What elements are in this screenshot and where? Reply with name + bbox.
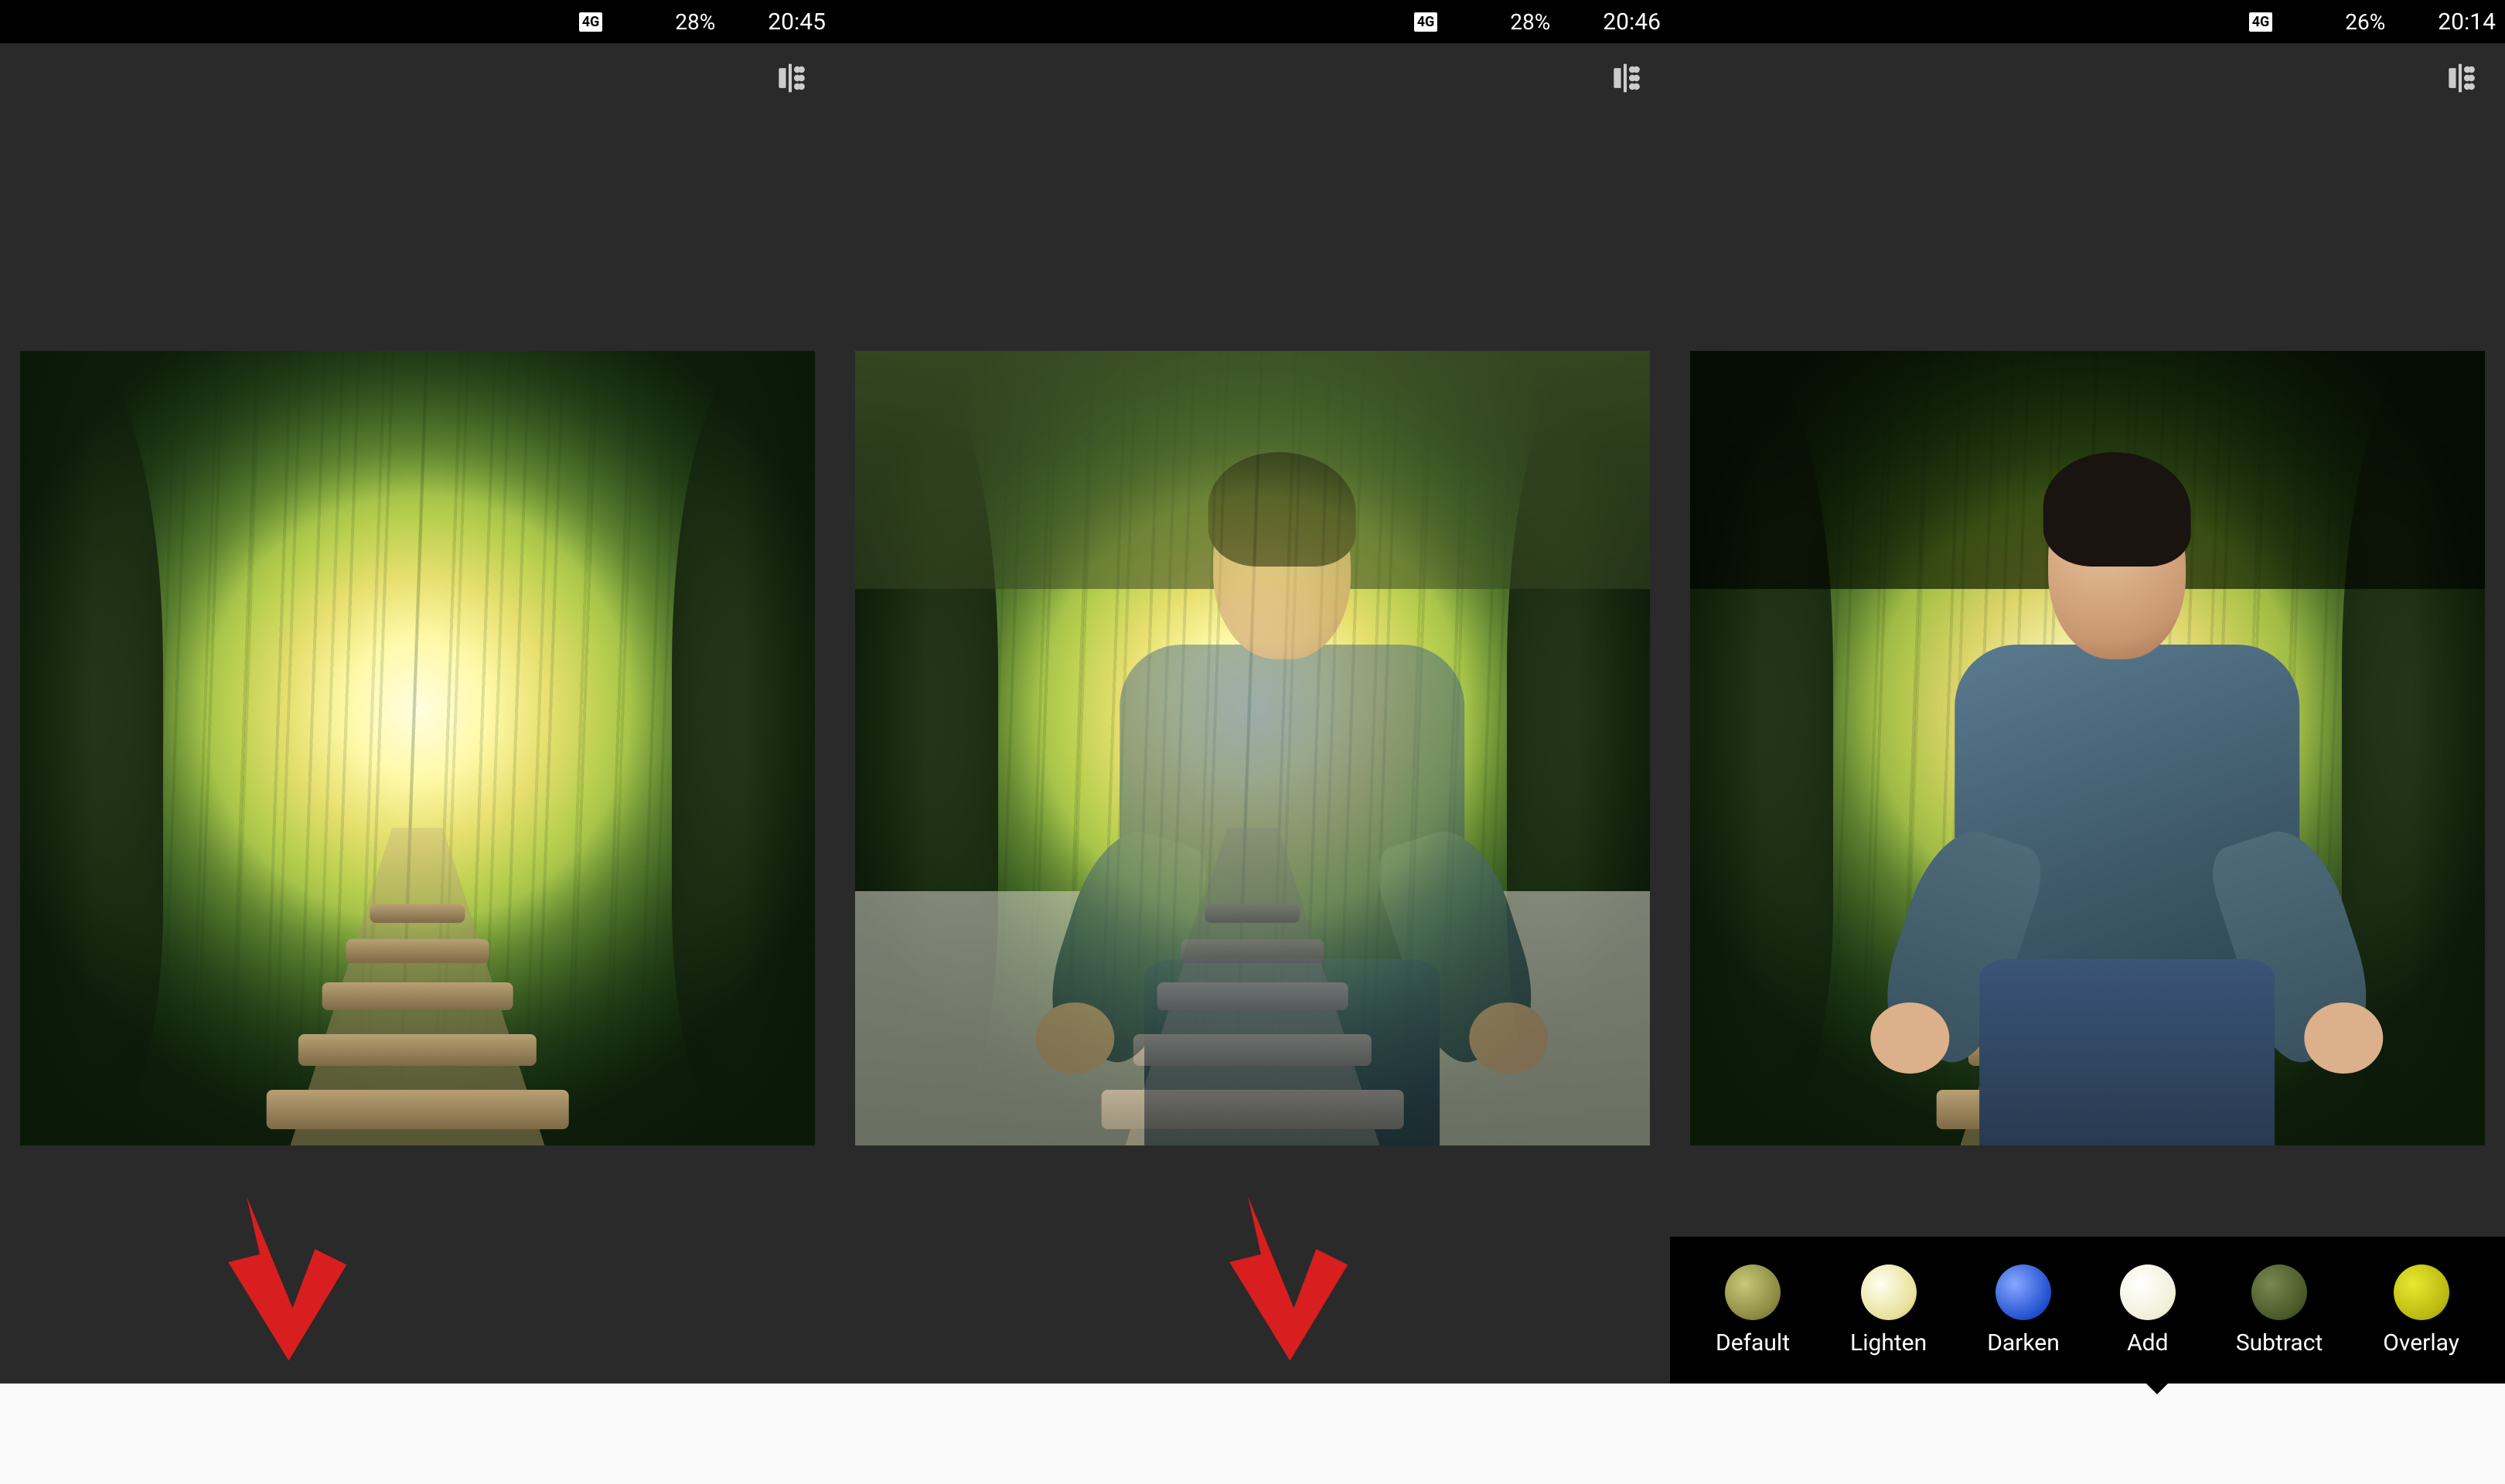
bottom-toolbar	[0, 1384, 835, 1484]
blend-dot-icon	[1995, 1264, 2051, 1320]
network-badge: 4G	[2249, 12, 2273, 32]
confirm-button[interactable]	[2400, 1412, 2443, 1455]
bottom-toolbar	[1670, 1384, 2505, 1484]
blend-mode-label: Darken	[1987, 1329, 2060, 1356]
add-image-button[interactable]	[229, 1412, 272, 1455]
editor-topbar	[1670, 43, 2505, 113]
annotation-arrow	[1222, 1183, 1353, 1368]
confirm-button[interactable]	[730, 1412, 773, 1455]
confirm-button[interactable]	[1565, 1412, 1608, 1455]
blend-dot-icon	[2120, 1264, 2176, 1320]
blend-mode-subtract[interactable]: Subtract	[2236, 1264, 2323, 1356]
blend-mode-label: Add	[2127, 1329, 2168, 1356]
battery-percent: 26%	[2345, 9, 2385, 35]
blend-mode-label: Lighten	[1850, 1329, 1927, 1356]
phone-screen-3: 4G 26% 20:14 Default	[1670, 0, 2505, 1484]
blend-dot-icon	[1861, 1264, 1917, 1320]
network-badge: 4G	[579, 12, 603, 32]
battery-percent: 28%	[675, 9, 715, 35]
clock-time: 20:46	[1603, 9, 1661, 36]
opacity-button[interactable]	[1398, 1412, 1441, 1455]
annotation-arrow	[220, 1183, 352, 1368]
blend-mode-add[interactable]: Add	[2120, 1264, 2176, 1356]
blend-dot-icon	[1725, 1264, 1781, 1320]
status-bar: 4G 26% 20:14	[1670, 0, 2505, 43]
cancel-button[interactable]	[897, 1412, 940, 1455]
blend-mode-label: Overlay	[2383, 1329, 2459, 1356]
style-swatches-button[interactable]	[2066, 1412, 2109, 1455]
chevron-down-icon	[2146, 1384, 2168, 1394]
blend-mode-lighten[interactable]: Lighten	[1850, 1264, 1927, 1356]
status-bar: 4G 28% 20:45	[0, 0, 835, 43]
compare-icon	[2443, 61, 2477, 95]
style-swatches-button[interactable]	[1231, 1412, 1274, 1455]
network-badge: 4G	[1414, 12, 1438, 32]
opacity-button[interactable]	[563, 1412, 606, 1455]
editing-canvas[interactable]	[1690, 351, 2485, 1145]
phone-screen-1: 4G 28% 20:45	[0, 0, 835, 1484]
style-swatches-button[interactable]	[396, 1412, 439, 1455]
compare-icon	[773, 61, 807, 95]
compare-button[interactable]	[1608, 61, 1642, 95]
clock-time: 20:14	[2438, 9, 2496, 36]
phone-screen-2: 4G 28% 20:46	[835, 0, 1670, 1484]
editing-canvas[interactable]	[855, 351, 1650, 1145]
blend-mode-strip: Default Lighten Darken Add Subtract Over…	[1670, 1237, 2505, 1384]
cancel-button[interactable]	[1732, 1412, 1775, 1455]
editor-topbar	[835, 43, 1670, 113]
bottom-toolbar	[835, 1384, 1670, 1484]
compare-button[interactable]	[2443, 61, 2477, 95]
add-image-button[interactable]	[1899, 1412, 1942, 1455]
editor-topbar	[0, 43, 835, 113]
clock-time: 20:45	[768, 9, 826, 36]
blend-dot-icon	[2251, 1264, 2307, 1320]
blend-dot-icon	[2394, 1264, 2449, 1320]
blend-mode-label: Default	[1716, 1329, 1790, 1356]
editing-canvas[interactable]	[20, 351, 815, 1145]
opacity-button[interactable]	[2233, 1412, 2276, 1455]
compare-button[interactable]	[773, 61, 807, 95]
blend-mode-overlay[interactable]: Overlay	[2383, 1264, 2459, 1356]
compare-icon	[1608, 61, 1642, 95]
blend-mode-default[interactable]: Default	[1716, 1264, 1790, 1356]
status-bar: 4G 28% 20:46	[835, 0, 1670, 43]
blend-mode-darken[interactable]: Darken	[1987, 1264, 2060, 1356]
blend-mode-label: Subtract	[2236, 1329, 2323, 1356]
add-image-button[interactable]	[1064, 1412, 1107, 1455]
battery-percent: 28%	[1510, 9, 1550, 35]
cancel-button[interactable]	[62, 1412, 105, 1455]
